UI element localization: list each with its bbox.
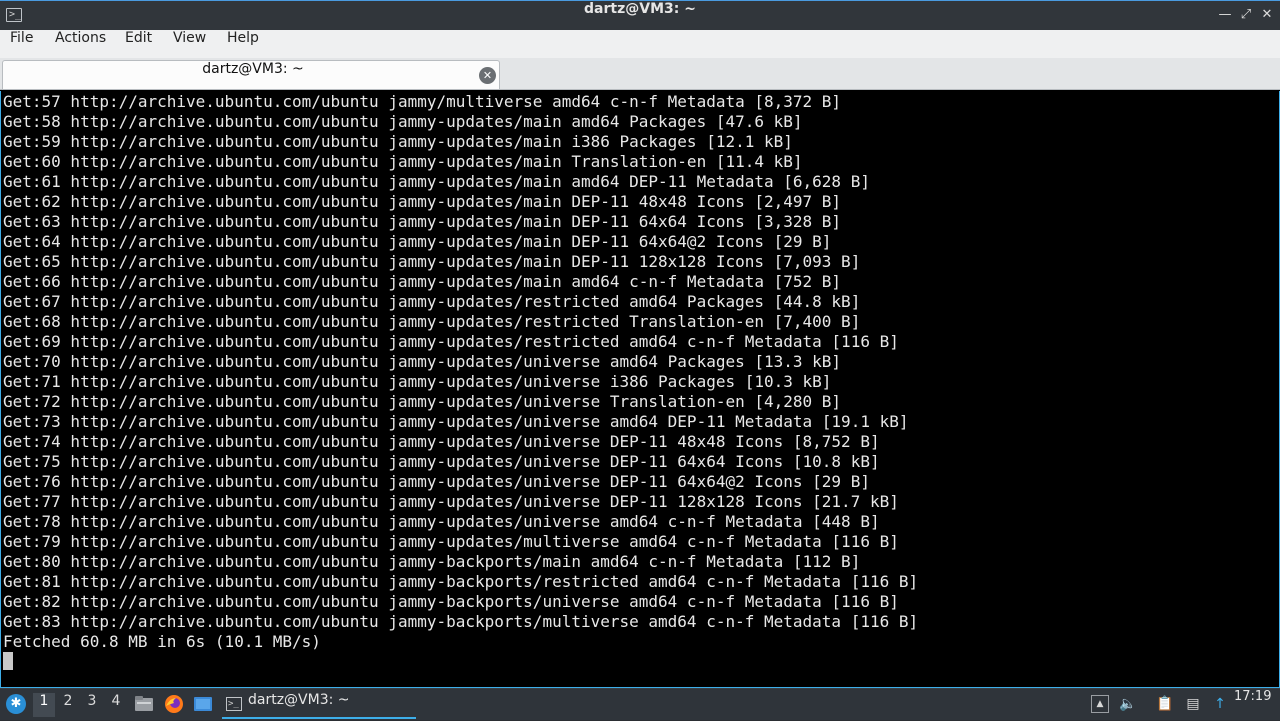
terminal-line: Get:69 http://archive.ubuntu.com/ubuntu … <box>3 332 899 351</box>
volume-icon[interactable]: 🔈 <box>1119 695 1137 713</box>
tab-close-icon[interactable]: ✕ <box>479 67 496 84</box>
terminal-lines: Get:57 http://archive.ubuntu.com/ubuntu … <box>3 92 918 652</box>
terminal-line: Get:61 http://archive.ubuntu.com/ubuntu … <box>3 172 870 191</box>
workspace-3[interactable]: 3 <box>81 693 103 717</box>
tab-label: dartz@VM3: ~ <box>202 61 304 77</box>
task-terminal[interactable]: >_ dartz@VM3: ~ <box>222 692 416 719</box>
terminal-line: Get:77 http://archive.ubuntu.com/ubuntu … <box>3 492 899 511</box>
terminal-window: >_ dartz@VM3: ~ — ⤢ ✕ File Actions Edit … <box>0 0 1280 688</box>
terminal-line: Get:73 http://archive.ubuntu.com/ubuntu … <box>3 412 909 431</box>
workspace-4[interactable]: 4 <box>105 693 127 717</box>
terminal-line: Get:76 http://archive.ubuntu.com/ubuntu … <box>3 472 870 491</box>
terminal-line: Get:82 http://archive.ubuntu.com/ubuntu … <box>3 592 899 611</box>
maximize-button[interactable]: ⤢ <box>1238 7 1254 23</box>
desktop-icon[interactable] <box>193 694 213 714</box>
update-notifier-icon[interactable]: ↑ <box>1211 695 1229 713</box>
terminal-line: Get:58 http://archive.ubuntu.com/ubuntu … <box>3 112 803 131</box>
window-title: dartz@VM3: ~ <box>584 1 696 17</box>
terminal-icon: >_ <box>226 697 242 711</box>
minimize-button[interactable]: — <box>1217 7 1233 23</box>
terminal-line: Get:57 http://archive.ubuntu.com/ubuntu … <box>3 92 842 111</box>
workspace-2[interactable]: 2 <box>57 693 79 717</box>
terminal-line: Get:72 http://archive.ubuntu.com/ubuntu … <box>3 392 842 411</box>
firefox-icon[interactable] <box>164 694 184 714</box>
terminal-line: Get:67 http://archive.ubuntu.com/ubuntu … <box>3 292 861 311</box>
network-icon[interactable]: ▤ <box>1184 695 1202 713</box>
menu-actions[interactable]: Actions <box>55 30 106 58</box>
menu-view[interactable]: View <box>173 30 206 58</box>
clock[interactable]: 17:19 <box>1234 689 1271 721</box>
terminal-line: Get:83 http://archive.ubuntu.com/ubuntu … <box>3 612 919 631</box>
terminal-line: Get:60 http://archive.ubuntu.com/ubuntu … <box>3 152 803 171</box>
terminal-line: Get:66 http://archive.ubuntu.com/ubuntu … <box>3 272 842 291</box>
terminal-line: Get:79 http://archive.ubuntu.com/ubuntu … <box>3 532 899 551</box>
menu-edit[interactable]: Edit <box>125 30 152 58</box>
terminal-line: Get:62 http://archive.ubuntu.com/ubuntu … <box>3 192 842 211</box>
menu-help[interactable]: Help <box>227 30 259 58</box>
taskbar: ✱ 1 2 3 4 >_ dartz@VM3: ~ ▲ 🔈 📋 ▤ ↑ 17:1… <box>0 688 1280 720</box>
file-manager-icon[interactable] <box>134 694 154 714</box>
terminal-line: Get:59 http://archive.ubuntu.com/ubuntu … <box>3 132 793 151</box>
terminal-line: Get:80 http://archive.ubuntu.com/ubuntu … <box>3 552 861 571</box>
workspace-1[interactable]: 1 <box>33 693 55 717</box>
terminal-line: Get:78 http://archive.ubuntu.com/ubuntu … <box>3 512 880 531</box>
tray-expand-icon[interactable]: ▲ <box>1091 695 1109 713</box>
text-cursor <box>3 652 13 670</box>
start-menu-icon[interactable]: ✱ <box>6 694 26 714</box>
terminal-line: Get:70 http://archive.ubuntu.com/ubuntu … <box>3 352 842 371</box>
title-bar[interactable]: >_ dartz@VM3: ~ — ⤢ ✕ <box>0 0 1280 30</box>
terminal-line: Get:75 http://archive.ubuntu.com/ubuntu … <box>3 452 880 471</box>
terminal-line: Get:63 http://archive.ubuntu.com/ubuntu … <box>3 212 842 231</box>
menu-bar: File Actions Edit View Help <box>0 30 1280 58</box>
menu-file[interactable]: File <box>10 30 33 58</box>
clipboard-icon[interactable]: 📋 <box>1156 695 1174 713</box>
terminal-line: Fetched 60.8 MB in 6s (10.1 MB/s) <box>3 632 321 651</box>
terminal-line: Get:65 http://archive.ubuntu.com/ubuntu … <box>3 252 861 271</box>
terminal-line: Get:74 http://archive.ubuntu.com/ubuntu … <box>3 432 880 451</box>
terminal-line: Get:68 http://archive.ubuntu.com/ubuntu … <box>3 312 861 331</box>
terminal-line: Get:81 http://archive.ubuntu.com/ubuntu … <box>3 572 919 591</box>
close-button[interactable]: ✕ <box>1259 7 1275 23</box>
terminal-output[interactable]: Get:57 http://archive.ubuntu.com/ubuntu … <box>0 91 1280 688</box>
tab-terminal[interactable]: dartz@VM3: ~ ✕ <box>2 60 500 89</box>
terminal-line: Get:64 http://archive.ubuntu.com/ubuntu … <box>3 232 832 251</box>
task-label: dartz@VM3: ~ <box>248 692 350 708</box>
tab-bar: dartz@VM3: ~ ✕ <box>0 58 1280 90</box>
terminal-line: Get:71 http://archive.ubuntu.com/ubuntu … <box>3 372 832 391</box>
